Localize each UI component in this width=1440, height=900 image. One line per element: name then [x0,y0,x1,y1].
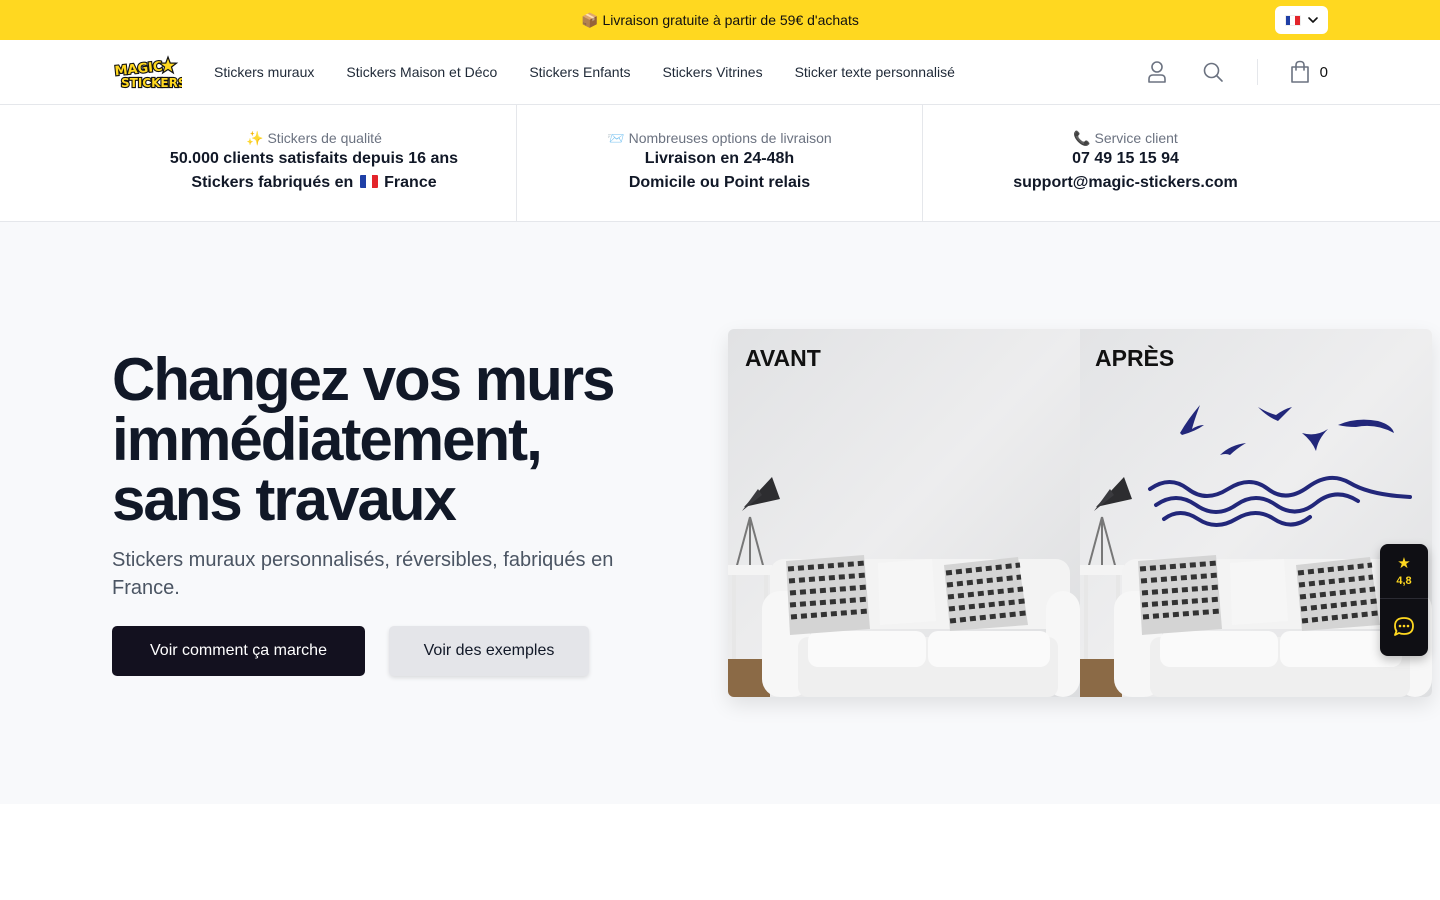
nav-stickers-maison-deco[interactable]: Stickers Maison et Déco [346,64,497,80]
info-kicker: 📞 Service client [1073,130,1178,146]
hero-title: Changez vos murs immédiatement, sans tra… [112,350,672,530]
info-line: Domicile ou Point relais [628,174,811,191]
france-flag-icon [359,175,378,188]
info-line: 50.000 clients satisfaits depuis 16 ans [169,150,459,167]
search-icon [1203,62,1223,82]
rating-badge[interactable]: ★ 4,8 [1380,544,1428,599]
support-email[interactable]: support@magic-stickers.com [923,171,1328,195]
announcement-text: 📦 Livraison gratuite à partir de 59€ d'a… [581,12,859,28]
nav-stickers-vitrines[interactable]: Stickers Vitrines [662,64,762,80]
how-it-works-button[interactable]: Voir comment ça marche [112,626,365,676]
main-nav: Stickers muraux Stickers Maison et Déco … [214,40,955,104]
info-line: Livraison en 24-48h [644,150,795,167]
search-button[interactable] [1201,60,1225,84]
shopping-bag-icon [1290,60,1309,83]
nav-stickers-muraux[interactable]: Stickers muraux [214,64,314,80]
info-line: Stickers fabriqués en France [112,171,516,195]
hero-title-line: immédiatement, [112,406,543,473]
after-label: APRÈS [1095,344,1174,371]
star-icon: ★ [1397,554,1411,572]
logo-text-stickers: STICKERS [121,76,182,90]
rating-score: 4,8 [1396,574,1412,587]
hero-title-line: Changez vos murs [112,346,615,413]
account-button[interactable] [1145,60,1169,84]
cart-button[interactable]: 0 [1290,60,1328,84]
phone-number[interactable]: 07 49 15 15 94 [923,147,1328,171]
nav-sticker-texte[interactable]: Sticker texte personnalisé [795,64,955,80]
header-actions: 0 [1145,40,1328,104]
announcement-bar: 📦 Livraison gratuite à partir de 59€ d'a… [0,0,1440,40]
hero-section: Changez vos murs immédiatement, sans tra… [0,222,1440,804]
france-flag-icon [1284,14,1301,26]
language-selector[interactable] [1275,6,1328,34]
cushions [786,555,1028,635]
before-scene: AVANT [728,329,1080,697]
info-customer-service: 📞 Service client 07 49 15 15 94 support@… [923,105,1440,221]
chat-icon [1394,617,1414,636]
account-icon [1147,61,1166,83]
info-delivery: 📨 Nombreuses options de livraison Livrai… [517,105,923,221]
before-after-image: AVANT APRÈS [728,329,1432,697]
header-divider [1256,59,1258,85]
before-label: AVANT [745,345,821,371]
info-quality: ✨ Stickers de qualité 50.000 clients sat… [0,105,517,221]
site-header: MAGIC STICKERS Stickers muraux Stickers … [0,40,1440,105]
hero-subtitle: Stickers muraux personnalisés, réversibl… [112,549,614,599]
info-strip: ✨ Stickers de qualité 50.000 clients sat… [0,105,1440,222]
cart-count: 0 [1319,63,1328,81]
hero-title-line: sans travaux [112,466,457,533]
before-panel: AVANT [728,329,1080,697]
info-text: Stickers fabriqués en [191,174,354,191]
see-examples-button[interactable]: Voir des exemples [389,626,589,676]
chat-button[interactable] [1380,599,1428,655]
nav-stickers-enfants[interactable]: Stickers Enfants [529,64,630,80]
chevron-down-icon [1307,17,1318,23]
info-text: France [384,174,437,191]
floating-widget: ★ 4,8 [1380,544,1428,656]
logo[interactable]: MAGIC STICKERS [112,55,182,91]
info-kicker: 📨 Nombreuses options de livraison [607,130,832,146]
info-kicker: ✨ Stickers de qualité [246,130,382,146]
